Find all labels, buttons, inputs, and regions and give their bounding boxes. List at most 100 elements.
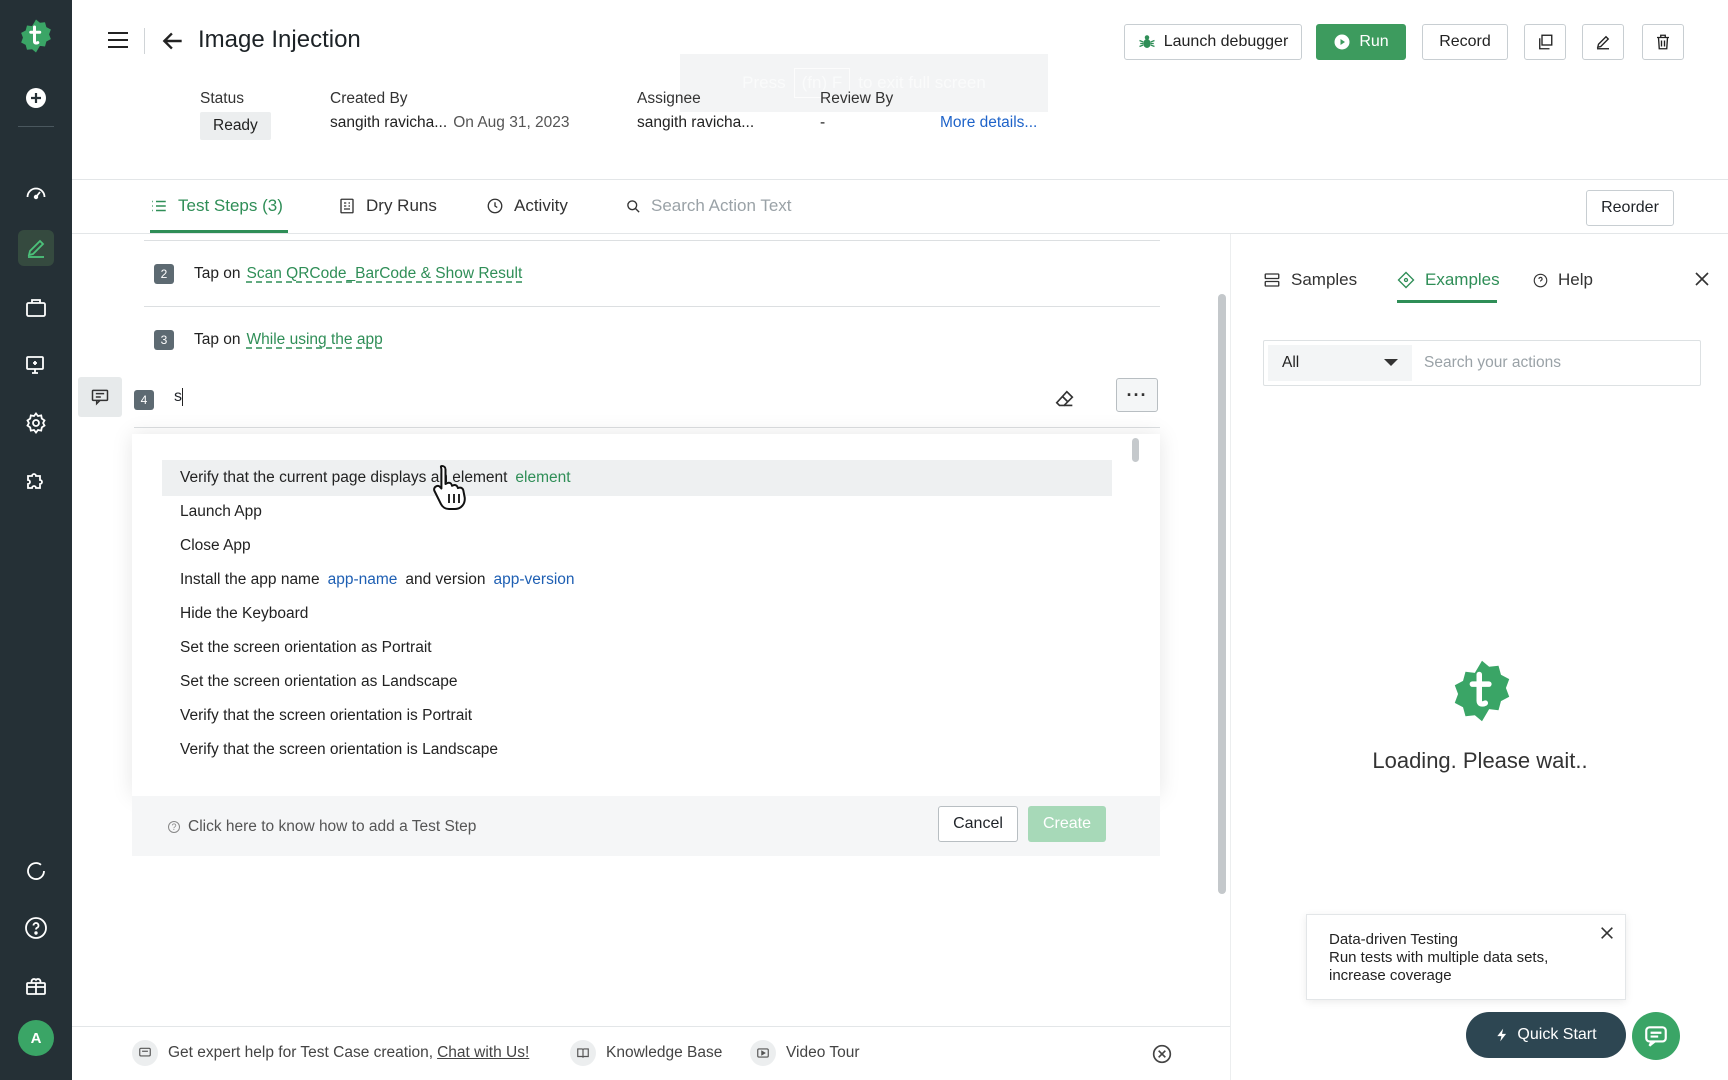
eraser-icon[interactable] — [1054, 388, 1076, 410]
assignee-value: sangith ravicha... — [637, 114, 755, 131]
tab-help-label: Help — [1558, 270, 1593, 289]
search-actions-input[interactable]: Search your actions — [1424, 354, 1561, 372]
help-bottom-bar: Get expert help for Test Case creation, C… — [72, 1026, 1230, 1080]
knowledge-base-link[interactable]: Knowledge Base — [570, 1040, 722, 1066]
tab-help[interactable]: Help — [1533, 270, 1593, 290]
search-action-text-input[interactable]: Search Action Text — [626, 196, 792, 216]
steps-scrollbar[interactable] — [1218, 294, 1226, 894]
suggestion-param: element — [515, 469, 571, 486]
data-driven-promo-card[interactable]: Data-driven Testing Run tests with multi… — [1306, 914, 1626, 1000]
video-tour-link[interactable]: Video Tour — [750, 1040, 860, 1066]
settings-icon[interactable] — [18, 405, 54, 441]
step-action-input[interactable]: s — [174, 388, 183, 406]
suggestion-param: app-version — [493, 571, 575, 588]
suggestion-item[interactable]: Install the app name app-name and version a… — [162, 562, 1112, 598]
close-panel-icon[interactable] — [1693, 270, 1711, 288]
refresh-icon[interactable] — [18, 853, 54, 889]
tab-examples-label: Examples — [1425, 270, 1500, 289]
delete-button[interactable] — [1642, 24, 1684, 60]
close-circle-icon[interactable] — [1152, 1044, 1172, 1064]
step-action: Tap on — [194, 264, 241, 282]
promo-title: Data-driven Testing — [1329, 931, 1458, 948]
chevron-down-icon — [1384, 359, 1398, 366]
record-button[interactable]: Record — [1422, 24, 1508, 60]
close-icon[interactable] — [1599, 925, 1615, 941]
expert-help-item: Get expert help for Test Case creation, C… — [132, 1040, 529, 1066]
comment-icon — [91, 389, 109, 406]
chat-with-us-link[interactable]: Chat with Us! — [437, 1044, 529, 1061]
lightning-icon — [1497, 1028, 1507, 1042]
user-avatar[interactable]: A — [18, 1020, 54, 1056]
app-logo-icon[interactable] — [18, 18, 54, 54]
chat-support-button[interactable] — [1632, 1012, 1680, 1060]
launch-debugger-label: Launch debugger — [1163, 33, 1289, 50]
tab-samples-label: Samples — [1291, 270, 1358, 289]
menu-icon[interactable] — [106, 28, 130, 52]
test-step-row[interactable]: 2 Tap on Scan QRCode_BarCode & Show Resul… — [144, 240, 1160, 306]
quick-start-button[interactable]: Quick Start — [1466, 1012, 1626, 1058]
add-icon[interactable] — [18, 80, 54, 116]
samples-icon — [1264, 273, 1280, 287]
page-title: Image Injection — [198, 26, 361, 53]
step-comment-button[interactable] — [78, 377, 122, 417]
record-label: Record — [1439, 33, 1491, 50]
create-button[interactable]: Create — [1028, 806, 1106, 842]
created-date: On Aug 31, 2023 — [453, 114, 570, 131]
back-arrow-icon[interactable] — [160, 28, 186, 54]
addons-puzzle-icon[interactable] — [18, 462, 54, 498]
briefcase-icon[interactable] — [18, 290, 54, 326]
tab-dry-runs[interactable]: Dry Runs — [338, 196, 437, 216]
test-step-row[interactable]: 3 Tap on While using the app — [144, 306, 1160, 372]
suggestion-item[interactable]: Launch App — [162, 494, 1112, 530]
nav-divider — [18, 126, 54, 127]
tab-samples[interactable]: Samples — [1263, 270, 1357, 290]
add-step-help-link[interactable]: ? Click here to know how to add a Test St… — [168, 818, 476, 836]
run-button[interactable]: Run — [1316, 24, 1406, 60]
run-label: Run — [1359, 33, 1389, 50]
cancel-button[interactable]: Cancel — [938, 806, 1018, 842]
toast-text: Press — [742, 73, 786, 92]
promo-content: Data-driven Testing Run tests with multi… — [1329, 931, 1589, 985]
gift-icon[interactable] — [18, 968, 54, 1004]
category-select[interactable]: All — [1268, 345, 1412, 381]
step-target-link[interactable]: While using the app — [247, 331, 383, 348]
category-select-value: All — [1282, 354, 1300, 371]
knowledge-base-label: Knowledge Base — [606, 1044, 723, 1061]
quick-start-label: Quick Start — [1517, 1026, 1597, 1043]
search-action-placeholder: Search Action Text — [651, 196, 792, 215]
test-development-icon[interactable] — [18, 230, 54, 266]
promo-body: Run tests with multiple data sets, incre… — [1329, 949, 1549, 984]
more-options-button[interactable]: ··· — [1116, 378, 1158, 412]
tab-bar: Test Steps (3) Dry Runs Activity Search … — [72, 180, 1728, 234]
step-target-link[interactable]: Scan QRCode_BarCode & Show Result — [247, 265, 523, 282]
step-text: Tap on Scan QRCode_BarCode & Show Result — [194, 265, 522, 283]
tab-test-steps[interactable]: Test Steps (3) — [150, 196, 283, 216]
suggestion-item[interactable]: Set the screen orientation as Landscape — [162, 664, 1112, 700]
clone-button[interactable] — [1524, 24, 1566, 60]
search-icon — [627, 199, 640, 213]
devices-icon[interactable] — [18, 347, 54, 383]
page-header: Image Injection Press (fn) F to exit ful… — [72, 0, 1728, 180]
suggestion-item[interactable]: Close App — [162, 528, 1112, 564]
more-details-link[interactable]: More details... — [940, 114, 1037, 132]
suggestion-text: Verify that the screen orientation is Po… — [180, 707, 473, 724]
tab-examples[interactable]: Examples — [1397, 270, 1500, 290]
tab-activity[interactable]: Activity — [486, 196, 568, 216]
review-by-label: Review By — [820, 90, 894, 107]
suggestion-item[interactable]: Set the screen orientation as Portrait — [162, 630, 1112, 666]
chat-icon — [132, 1040, 158, 1066]
step-input-value: s — [174, 388, 182, 406]
edit-button[interactable] — [1582, 24, 1624, 60]
dashboard-icon[interactable] — [18, 175, 54, 211]
test-steps-panel: 2 Tap on Scan QRCode_BarCode & Show Resul… — [72, 234, 1230, 1028]
clock-icon — [487, 198, 503, 214]
launch-debugger-button[interactable]: Launch debugger — [1124, 24, 1302, 60]
suggestion-item[interactable]: Verify that the screen orientation is Po… — [162, 698, 1112, 734]
active-tab-indicator — [1397, 300, 1497, 303]
reorder-button[interactable]: Reorder — [1586, 190, 1674, 226]
suggestion-item[interactable]: Hide the Keyboard — [162, 596, 1112, 632]
help-icon[interactable] — [18, 910, 54, 946]
dropdown-scrollbar[interactable] — [1132, 438, 1139, 462]
suggestion-item[interactable]: Verify that the screen orientation is La… — [162, 732, 1112, 768]
suggestion-item[interactable]: Verify that the current page displays an… — [162, 460, 1112, 496]
